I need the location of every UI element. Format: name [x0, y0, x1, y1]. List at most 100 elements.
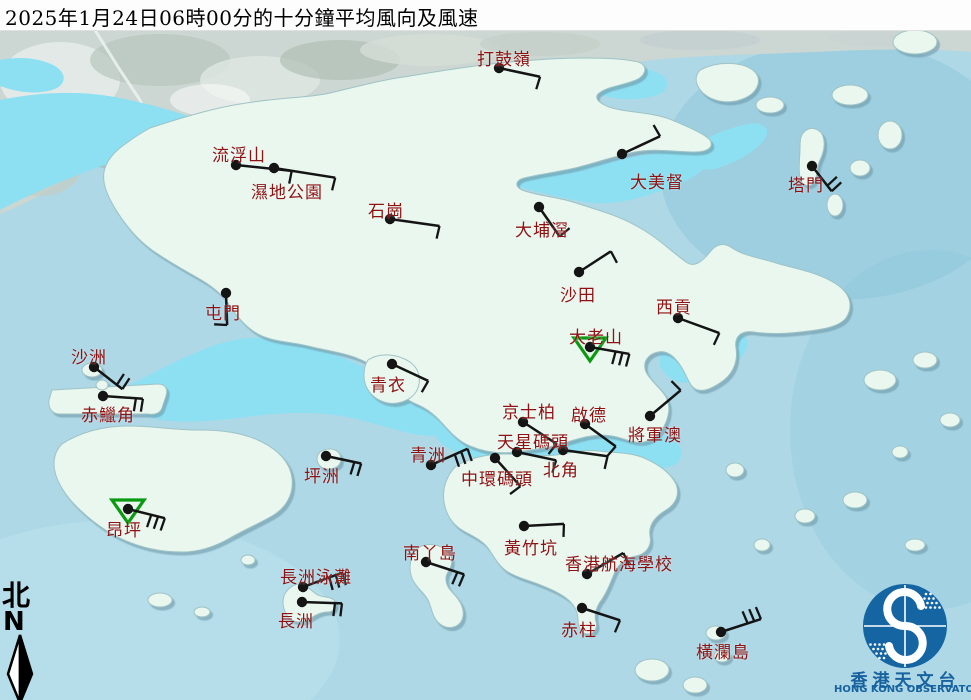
wind-barb-tick	[611, 351, 617, 365]
halftone-dot	[878, 643, 881, 646]
wind-barb-tick	[332, 603, 337, 617]
station-label-hk-sea-school: 香港航海學校	[565, 555, 673, 575]
wind-barb-tick	[754, 606, 763, 620]
station-label-sha-chau: 沙洲	[71, 348, 107, 368]
wind-barb-staff	[677, 316, 720, 335]
station-label-green-island: 青洲	[410, 446, 446, 466]
station-dot	[489, 452, 501, 464]
wind-barb-tick	[435, 225, 441, 239]
halftone-dot	[882, 643, 886, 646]
station-label-tai-po-kau: 大埔滘	[515, 221, 569, 241]
station-label-tseung-kwan-o: 將軍澳	[628, 426, 682, 446]
station-dot	[268, 162, 280, 174]
wind-barb-tick	[152, 516, 160, 530]
station-dot	[220, 287, 232, 299]
hko-logo: 香港天文台 HONG KONG OBSERVATORY	[834, 580, 971, 700]
station-dot	[576, 602, 588, 614]
halftone-dot	[876, 647, 880, 651]
station-dot	[616, 148, 628, 160]
station-label-cheung-chau: 長洲	[278, 612, 314, 632]
wind-barb-tick	[670, 380, 682, 392]
wind-barb-staff	[720, 617, 762, 634]
halftone-dot	[932, 597, 935, 600]
station-label-kings-park: 京士柏	[502, 403, 556, 423]
wind-barb-tick	[624, 353, 631, 367]
wind-barb-tick	[748, 608, 756, 622]
station-dot	[573, 266, 585, 278]
halftone-dot	[881, 647, 884, 651]
station-dot	[533, 201, 545, 213]
halftone-dot	[924, 592, 928, 596]
halftone-dot	[929, 606, 932, 609]
station-label-tsing-yi: 青衣	[370, 376, 406, 396]
wind-barb-tick	[451, 571, 459, 585]
station-label-central-pier: 中環碼頭	[461, 470, 533, 490]
wind-barb-tick	[159, 517, 166, 531]
station-label-waglan-island: 橫瀾島	[696, 643, 750, 663]
compass: 北 N	[2, 582, 37, 700]
halftone-dot	[935, 601, 938, 605]
wind-barb-tick	[460, 451, 467, 465]
hko-name-en: HONG KONG OBSERVATORY	[834, 684, 971, 695]
halftone-dot	[869, 643, 872, 646]
halftone-dot	[920, 606, 923, 609]
station-label-ngong-ping: 昂坪	[106, 521, 142, 541]
halftone-dot	[929, 592, 932, 596]
wind-barb-tick	[356, 463, 363, 477]
station-dot	[296, 596, 308, 608]
halftone-dot	[933, 606, 937, 609]
halftone-dot	[873, 643, 877, 646]
station-dot	[122, 503, 134, 515]
wind-barb-tick	[339, 603, 344, 617]
compass-north-en: N	[3, 607, 25, 637]
wind-barb-tick	[457, 573, 466, 587]
halftone-dot	[921, 601, 925, 605]
title-bar: 2025年1月24日06時00分的十分鐘平均風向及風速	[0, 0, 971, 31]
station-label-shek-kong: 石崗	[368, 202, 404, 222]
wind-barb-tick	[139, 398, 145, 412]
station-label-sai-kung: 西貢	[656, 298, 692, 318]
wind-map-screen: 打鼓嶺 流浮山 濕地公園 石崗 大美督 塔門 大埔滘 沙田 屯門 西貢 大老山 沙洲 赤鱲角 青衣 京士柏啟…	[0, 0, 971, 700]
station-waglan-island	[715, 606, 763, 638]
wind-barb-staff	[102, 394, 143, 401]
wind-barb-tick	[330, 177, 337, 191]
station-dot	[806, 160, 818, 172]
wind-barb-staff	[523, 522, 565, 528]
wind-barb-tick	[121, 377, 131, 390]
wind-barb-tick	[115, 373, 125, 386]
wind-barb-staff	[584, 422, 617, 448]
wind-barb-staff	[93, 366, 124, 391]
wind-barb-tick	[214, 323, 228, 327]
station-label-sha-tin: 沙田	[560, 286, 596, 306]
halftone-dot	[887, 643, 890, 646]
wind-barb-staff	[649, 389, 682, 417]
station-sha-tin	[573, 250, 618, 278]
station-label-tates-cairn: 大老山	[569, 328, 623, 348]
station-label-lamma-island: 南丫島	[403, 544, 457, 564]
halftone-dot	[884, 652, 887, 655]
wind-barb-tick	[420, 380, 430, 393]
hko-logo-icon	[863, 584, 947, 668]
station-label-stanley: 赤柱	[561, 621, 597, 641]
wind-barb-tick	[741, 610, 749, 624]
station-label-kai-tak: 啟德	[571, 406, 607, 426]
wind-barb-tick	[618, 352, 624, 366]
station-dot	[715, 626, 727, 638]
map-title: 2025年1月24日06時00分的十分鐘平均風向及風速	[5, 6, 479, 30]
wind-barb-tick	[609, 250, 618, 264]
halftone-dot	[923, 597, 926, 600]
halftone-dot	[879, 652, 883, 655]
halftone-dot	[882, 656, 886, 660]
station-dot	[386, 358, 398, 370]
station-label-tap-mun: 塔門	[788, 176, 824, 196]
halftone-dot	[875, 652, 878, 655]
wind-barb-tick	[606, 445, 617, 457]
compass-north-zh: 北	[2, 579, 31, 612]
wind-barb-tick	[145, 514, 153, 528]
station-dot	[320, 450, 332, 462]
station-label-tuen-mun: 屯門	[205, 304, 241, 324]
station-label-north-point: 北角	[543, 461, 579, 481]
station-label-tai-mei-tuk: 大美督	[630, 173, 684, 193]
wind-barb-tick	[830, 181, 842, 193]
halftone-dot	[927, 597, 931, 600]
